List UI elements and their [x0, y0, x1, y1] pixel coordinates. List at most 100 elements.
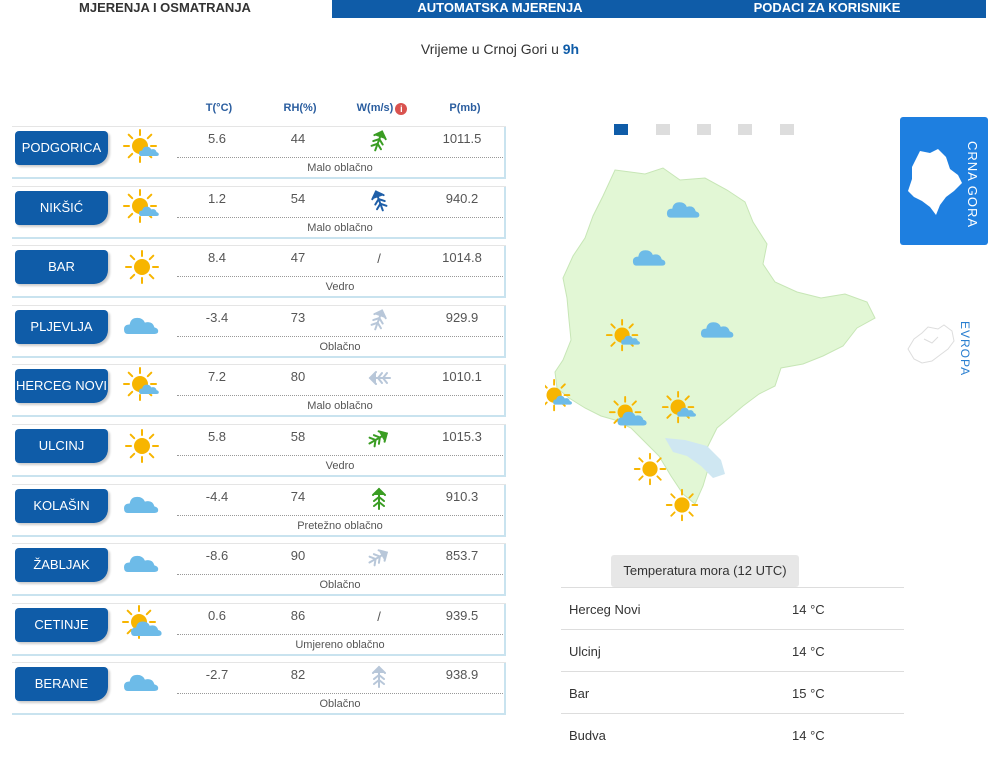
wind-cell: [364, 426, 394, 452]
station-button[interactable]: CETINJE: [15, 608, 108, 642]
station-button[interactable]: HERCEG NOVI: [15, 369, 108, 403]
tab-mjerenja-i-osmatranja[interactable]: MJERENJA I OSMATRANJA: [0, 0, 330, 18]
humidity-value: 86: [290, 608, 306, 623]
tab-podaci-za-korisnike[interactable]: PODACI ZA KORISNIKE: [668, 0, 986, 18]
temperature-value: 8.4: [207, 250, 227, 265]
headline-text: Vrijeme u Crnoj Gori u: [420, 41, 563, 57]
wind-cell: /: [364, 605, 394, 631]
station-row: ŽABLJAK -8.6 90 853.7 Oblačno: [12, 543, 506, 596]
divider: [177, 217, 503, 218]
evropa-map-button[interactable]: EVROPA: [902, 315, 982, 377]
wind-calm-value: /: [377, 251, 381, 266]
page-title: Vrijeme u Crnoj Gori u 9h: [0, 41, 1000, 57]
temperature-value: 5.8: [207, 429, 227, 444]
station-row: NIKŠIĆ 1.2 54 940.2 Malo oblačno: [12, 186, 506, 239]
crna-gora-map-button[interactable]: CRNA GORA: [900, 117, 988, 245]
column-header-temperature: T(°C): [205, 102, 233, 114]
pressure-value: 938.9: [445, 667, 479, 682]
station-button[interactable]: KOLAŠIN: [15, 489, 108, 523]
divider: [177, 157, 503, 158]
temperature-value: 0.6: [207, 608, 227, 623]
weather-description: Oblačno: [319, 341, 361, 353]
wind-direction-icon: [366, 487, 392, 514]
divider: [177, 276, 503, 277]
wind-calm-value: /: [377, 609, 381, 624]
station-button[interactable]: BERANE: [15, 667, 108, 701]
wind-cell: [364, 188, 394, 214]
wind-direction-icon: [366, 190, 392, 216]
weather-description: Oblačno: [319, 698, 361, 710]
pager-dot[interactable]: [738, 124, 752, 135]
humidity-value: 44: [290, 131, 306, 146]
temperature-value: 5.6: [207, 131, 227, 146]
wind-direction-icon: [366, 549, 392, 573]
wind-header-label: W(m/s): [356, 102, 394, 114]
sea-temperature-table: Herceg Novi 14 °C Ulcinj 14 °C Bar 15 °C Bu…: [561, 587, 904, 755]
sea-temperature-row: Herceg Novi 14 °C: [561, 587, 904, 629]
sea-temperature-row: Budva 14 °C: [561, 713, 904, 755]
pressure-value: 1010.1: [442, 369, 482, 384]
sea-place: Budva: [569, 728, 606, 743]
pager-dot[interactable]: [614, 124, 628, 135]
humidity-value: 90: [290, 548, 306, 563]
station-row: ULCINJ 5.8 58 1015.3 Vedro: [12, 424, 506, 477]
pressure-value: 940.2: [445, 191, 479, 206]
wind-cell: [364, 486, 394, 512]
pager-dot[interactable]: [656, 124, 670, 135]
pager-dot[interactable]: [697, 124, 711, 135]
wind-cell: [364, 664, 394, 690]
sun-icon: [125, 429, 159, 463]
temperature-value: 7.2: [207, 369, 227, 384]
sun-cloud-icon: [123, 129, 159, 163]
montenegro-map: [545, 167, 876, 522]
station-button[interactable]: BAR: [15, 250, 108, 284]
sea-temp: 14 °C: [792, 728, 825, 743]
cloud-icon: [124, 555, 159, 572]
sea-temp: 15 °C: [792, 686, 825, 701]
station-row: BERANE -2.7 82 938.9 Oblačno: [12, 662, 506, 715]
station-button[interactable]: NIKŠIĆ: [15, 191, 108, 225]
sea-temperature-button[interactable]: Temperatura mora (12 UTC): [611, 555, 799, 587]
pager-dot[interactable]: [780, 124, 794, 135]
wind-direction-icon: [366, 665, 392, 692]
station-row: BAR 8.4 47 / 1014.8 Vedro: [12, 245, 506, 298]
wind-direction-icon: [366, 371, 392, 394]
weather-description: Pretežno oblačno: [297, 520, 383, 532]
sea-temp: 14 °C: [792, 602, 825, 617]
wind-cell: [364, 545, 394, 571]
map-marker-sun-icon[interactable]: [665, 488, 699, 522]
weather-description: Vedro: [325, 460, 355, 472]
station-row: KOLAŠIN -4.4 74 910.3 Pretežno oblačno: [12, 484, 506, 537]
divider: [177, 693, 503, 694]
station-button[interactable]: PLJEVLJA: [15, 310, 108, 344]
map-marker-sun-icon[interactable]: [633, 452, 667, 486]
wind-direction-icon: [366, 430, 392, 454]
pressure-value: 1011.5: [442, 131, 482, 146]
column-header-humidity: RH(%): [283, 102, 317, 114]
info-icon[interactable]: i: [395, 103, 408, 115]
pressure-value: 939.5: [445, 608, 479, 623]
evropa-label: EVROPA: [958, 321, 972, 377]
sun-cloud-icon: [123, 189, 159, 223]
wind-direction-icon: [366, 309, 392, 335]
wind-cell: [364, 128, 394, 154]
wind-direction-icon: [366, 130, 392, 156]
station-button[interactable]: PODGORICA: [15, 131, 108, 165]
wind-cell: /: [364, 247, 394, 273]
station-button[interactable]: ŽABLJAK: [15, 548, 108, 582]
sea-temperature-row: Bar 15 °C: [561, 671, 904, 713]
station-row: HERCEG NOVI 7.2 80 1010.1 Malo oblačno: [12, 364, 506, 417]
humidity-value: 54: [290, 191, 306, 206]
tab-automatska-mjerenja[interactable]: AUTOMATSKA MJERENJA: [332, 0, 668, 18]
station-row: PODGORICA 5.6 44 1011.5 Malo oblačno: [12, 126, 506, 179]
humidity-value: 74: [290, 489, 306, 504]
station-row: CETINJE 0.6 86 / 939.5 Umjereno oblačno: [12, 603, 506, 656]
crna-gora-label: CRNA GORA: [965, 141, 980, 229]
divider: [177, 455, 503, 456]
column-header-wind: W(m/s) i: [350, 102, 414, 115]
sea-place: Bar: [569, 686, 590, 701]
station-button[interactable]: ULCINJ: [15, 429, 108, 463]
headline-hour: 9h: [562, 41, 580, 57]
temperature-value: -3.4: [205, 310, 229, 325]
column-header-pressure: P(mb): [449, 102, 481, 114]
